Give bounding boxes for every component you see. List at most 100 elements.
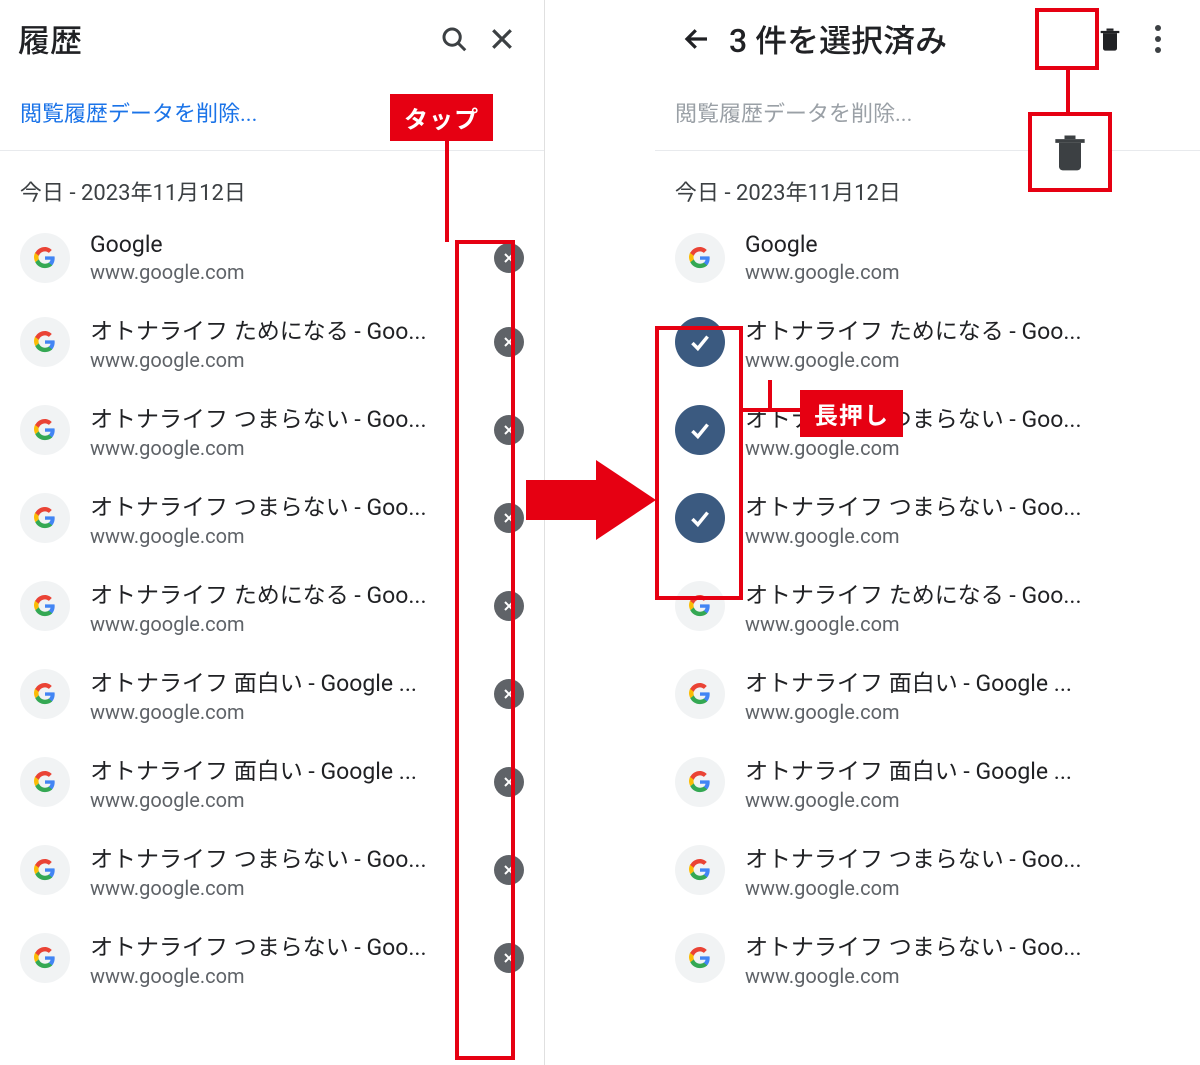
history-item-url: www.google.com [90,260,474,284]
history-item-text: オトナライフ ためになる - Goo... www.google.com [745,576,1188,636]
clear-browsing-data-link[interactable]: 閲覧履歴データを削除... [0,78,544,151]
selected-check-icon[interactable] [675,493,725,543]
history-item[interactable]: オトナライフ つまらない - Goo... www.google.com [655,914,1200,1002]
search-icon[interactable] [430,15,478,63]
history-item-url: www.google.com [90,876,474,900]
header-right: 3 件を選択済み [655,0,1200,78]
date-header: 今日 - 2023年11月12日 [0,151,544,217]
history-item[interactable]: オトナライフ つまらない - Goo... www.google.com [655,474,1200,562]
remove-item-icon[interactable] [494,591,524,621]
history-item-title: オトナライフ つまらない - Goo... [745,400,1188,434]
history-item[interactable]: Google www.google.com [655,217,1200,298]
selected-check-icon[interactable] [675,405,725,455]
history-item-text: オトナライフ つまらない - Goo... www.google.com [90,928,474,988]
remove-item-icon[interactable] [494,679,524,709]
history-item-url: www.google.com [745,524,1188,548]
history-item[interactable]: オトナライフ 面白い - Google ... www.google.com [655,738,1200,826]
history-item-url: www.google.com [90,788,474,812]
history-item-title: オトナライフ つまらない - Goo... [90,400,474,434]
close-icon[interactable] [478,15,526,63]
history-item[interactable]: オトナライフ 面白い - Google ... www.google.com [0,738,544,826]
history-item-url: www.google.com [745,964,1188,988]
back-icon[interactable] [673,15,721,63]
history-item-text: オトナライフ つまらない - Goo... www.google.com [745,488,1188,548]
history-item-url: www.google.com [745,348,1188,372]
history-list: Google www.google.com オトナライフ ためになる - Goo… [655,217,1200,1002]
history-item-text: オトナライフ つまらない - Goo... www.google.com [90,840,474,900]
google-favicon-icon [20,669,70,719]
history-item-url: www.google.com [90,348,474,372]
history-item-text: Google www.google.com [745,231,1188,284]
page-title: 履歴 [18,16,430,62]
header-left: 履歴 [0,0,544,78]
clear-browsing-data-link-disabled: 閲覧履歴データを削除... [655,78,1200,151]
history-item[interactable]: オトナライフ つまらない - Goo... www.google.com [0,826,544,914]
history-item-text: オトナライフ 面白い - Google ... www.google.com [90,664,474,724]
history-item[interactable]: オトナライフ ためになる - Goo... www.google.com [655,562,1200,650]
history-item-title: Google [745,231,1188,258]
history-item-title: オトナライフ つまらない - Goo... [745,928,1188,962]
history-item-url: www.google.com [90,524,474,548]
google-favicon-icon [20,845,70,895]
google-favicon-icon [675,933,725,983]
history-item[interactable]: オトナライフ つまらない - Goo... www.google.com [655,386,1200,474]
history-item-text: オトナライフ 面白い - Google ... www.google.com [745,752,1188,812]
history-item-title: オトナライフ ためになる - Goo... [745,312,1188,346]
google-favicon-icon [20,933,70,983]
google-favicon-icon [20,405,70,455]
remove-item-icon[interactable] [494,243,524,273]
transition-arrow-icon [526,460,656,540]
history-item[interactable]: オトナライフ つまらない - Goo... www.google.com [655,826,1200,914]
history-item-title: オトナライフ ためになる - Goo... [90,576,474,610]
date-header: 今日 - 2023年11月12日 [655,151,1200,217]
history-selection-screen: 3 件を選択済み 閲覧履歴データを削除... 今日 - 2023年11月12日 … [655,0,1200,1065]
history-item-url: www.google.com [745,700,1188,724]
remove-item-icon[interactable] [494,327,524,357]
history-item[interactable]: オトナライフ ためになる - Goo... www.google.com [655,298,1200,386]
history-list: Google www.google.com オトナライフ ためになる - Goo… [0,217,544,1002]
google-favicon-icon [20,317,70,367]
history-item-title: オトナライフ 面白い - Google ... [90,664,474,698]
history-item-url: www.google.com [745,612,1188,636]
annotation-trash-enlarged [1028,112,1112,192]
history-item-title: オトナライフ つまらない - Goo... [90,928,474,962]
history-item-text: オトナライフ 面白い - Google ... www.google.com [90,752,474,812]
history-item-title: オトナライフ 面白い - Google ... [745,664,1188,698]
remove-item-icon[interactable] [494,415,524,445]
remove-item-icon[interactable] [494,767,524,797]
history-item-text: オトナライフ つまらない - Goo... www.google.com [90,488,474,548]
history-item-url: www.google.com [745,876,1188,900]
history-item-text: オトナライフ ためになる - Goo... www.google.com [745,312,1188,372]
history-item-text: Google www.google.com [90,231,474,284]
google-favicon-icon [675,757,725,807]
google-favicon-icon [20,581,70,631]
more-icon[interactable] [1134,15,1182,63]
history-item[interactable]: Google www.google.com [0,217,544,298]
history-item-url: www.google.com [90,964,474,988]
history-item[interactable]: オトナライフ つまらない - Goo... www.google.com [0,914,544,1002]
history-item[interactable]: オトナライフ 面白い - Google ... www.google.com [655,650,1200,738]
history-item-text: オトナライフ つまらない - Goo... www.google.com [745,840,1188,900]
history-item[interactable]: オトナライフ 面白い - Google ... www.google.com [0,650,544,738]
history-item-text: オトナライフ つまらない - Goo... www.google.com [745,400,1188,460]
selection-count-title: 3 件を選択済み [729,16,1086,62]
remove-item-icon[interactable] [494,855,524,885]
history-item-title: オトナライフ ためになる - Goo... [90,312,474,346]
history-item-url: www.google.com [90,612,474,636]
history-item-text: オトナライフ ためになる - Goo... www.google.com [90,312,474,372]
history-item-text: オトナライフ ためになる - Goo... www.google.com [90,576,474,636]
selected-check-icon[interactable] [675,317,725,367]
remove-item-icon[interactable] [494,503,524,533]
history-item-url: www.google.com [745,260,1188,284]
google-favicon-icon [20,493,70,543]
history-item[interactable]: オトナライフ つまらない - Goo... www.google.com [0,474,544,562]
trash-icon[interactable] [1086,15,1134,63]
remove-item-icon[interactable] [494,943,524,973]
history-item[interactable]: オトナライフ ためになる - Goo... www.google.com [0,298,544,386]
history-item-title: オトナライフ つまらない - Goo... [745,488,1188,522]
history-item-text: オトナライフ つまらない - Goo... www.google.com [745,928,1188,988]
history-item-title: オトナライフ つまらない - Goo... [90,840,474,874]
history-item[interactable]: オトナライフ つまらない - Goo... www.google.com [0,386,544,474]
google-favicon-icon [675,845,725,895]
history-item[interactable]: オトナライフ ためになる - Goo... www.google.com [0,562,544,650]
